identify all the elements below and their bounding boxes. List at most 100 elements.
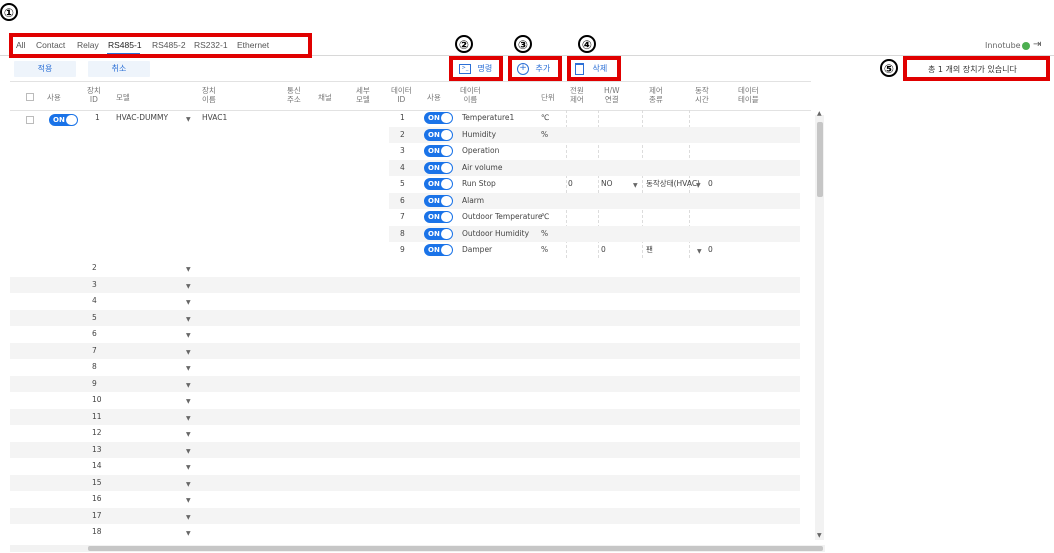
logout-icon[interactable]: ⇥ — [1033, 39, 1041, 50]
data-use-toggle[interactable]: ON — [424, 112, 453, 124]
header-channel: 채널 — [318, 93, 332, 102]
data-use-toggle[interactable]: ON — [424, 228, 453, 240]
device-row[interactable] — [10, 442, 800, 458]
device-row[interactable] — [10, 392, 800, 408]
data-use-toggle[interactable]: ON — [424, 129, 453, 141]
select-all-checkbox[interactable] — [26, 93, 34, 101]
data-name-value[interactable]: Outdoor Humidity — [462, 226, 529, 242]
chevron-down-icon[interactable]: ▼ — [186, 398, 191, 405]
data-use-toggle[interactable]: ON — [424, 162, 453, 174]
data-name-value[interactable]: Damper — [462, 242, 492, 258]
chevron-down-icon[interactable]: ▼ — [186, 116, 191, 123]
device-row[interactable] — [10, 508, 800, 524]
device-row[interactable] — [10, 343, 800, 359]
row-checkbox[interactable] — [26, 116, 34, 124]
chevron-down-icon[interactable]: ▼ — [186, 415, 191, 422]
device-row[interactable] — [10, 425, 800, 441]
scroll-up-icon[interactable]: ▲ — [817, 110, 822, 117]
chevron-down-icon[interactable]: ▼ — [697, 248, 702, 255]
power-control-value[interactable]: 0 — [568, 176, 573, 192]
toggle-on-label: ON — [428, 164, 440, 172]
chevron-down-icon[interactable]: ▼ — [186, 316, 191, 323]
action-time-value[interactable]: 0 — [708, 242, 713, 258]
chevron-down-icon[interactable]: ▼ — [186, 349, 191, 356]
chevron-down-icon[interactable]: ▼ — [186, 530, 191, 537]
header-data-use: 사용 — [427, 93, 441, 102]
device-model-select[interactable]: HVAC-DUMMY — [116, 110, 168, 126]
data-id-value: 9 — [400, 245, 405, 254]
scroll-down-icon[interactable]: ▼ — [817, 532, 822, 539]
data-unit-value[interactable]: ℃ — [541, 209, 549, 225]
chevron-down-icon[interactable]: ▼ — [186, 299, 191, 306]
device-row[interactable] — [10, 326, 800, 342]
device-row[interactable] — [10, 458, 800, 474]
data-use-toggle[interactable]: ON — [424, 145, 453, 157]
device-row[interactable] — [10, 409, 800, 425]
data-name-value[interactable]: Air volume — [462, 160, 502, 176]
data-unit-value[interactable]: % — [541, 242, 548, 258]
add-label: 추가 — [535, 64, 551, 73]
data-name-value[interactable]: Operation — [462, 143, 499, 159]
chevron-down-icon[interactable]: ▼ — [633, 182, 638, 189]
device-row[interactable] — [10, 277, 800, 293]
control-type-value[interactable]: 팬 — [646, 242, 653, 258]
data-unit-value[interactable]: % — [541, 226, 548, 242]
hw-connection-value[interactable]: 0 — [601, 242, 606, 258]
device-row[interactable] — [10, 491, 800, 507]
toggle-knob — [441, 130, 452, 140]
data-name-value[interactable]: Alarm — [462, 193, 484, 209]
apply-button[interactable]: 적용 — [14, 61, 76, 77]
device-id-value: 9 — [92, 379, 97, 388]
data-unit-value[interactable]: ℃ — [541, 110, 549, 126]
toggle-knob — [441, 212, 452, 222]
trash-icon — [575, 62, 584, 75]
command-button[interactable]: >_ 명령 — [459, 61, 492, 77]
highlight-tabs — [9, 33, 312, 58]
chevron-down-icon[interactable]: ▼ — [186, 332, 191, 339]
data-name-value[interactable]: Humidity — [462, 127, 496, 143]
chevron-down-icon[interactable]: ▼ — [186, 365, 191, 372]
device-use-toggle[interactable]: ON — [49, 114, 78, 126]
chevron-down-icon[interactable]: ▼ — [186, 481, 191, 488]
data-name-value[interactable]: Run Stop — [462, 176, 496, 192]
device-row[interactable] — [10, 376, 800, 392]
device-row[interactable] — [10, 524, 800, 540]
data-name-value[interactable]: Temperature1 — [462, 110, 514, 126]
chevron-down-icon[interactable]: ▼ — [186, 497, 191, 504]
device-row[interactable] — [10, 359, 800, 375]
header-data-table: 데이터 테이블 — [738, 86, 759, 104]
chevron-down-icon[interactable]: ▼ — [696, 182, 701, 189]
toggle-knob — [441, 229, 452, 239]
device-id-value: 1 — [95, 113, 100, 122]
cancel-button[interactable]: 취소 — [88, 61, 150, 77]
chevron-down-icon[interactable]: ▼ — [186, 431, 191, 438]
data-unit-value[interactable]: % — [541, 127, 548, 143]
vertical-scroll-thumb[interactable] — [817, 122, 823, 197]
action-time-value[interactable]: 0 — [708, 176, 713, 192]
device-row[interactable] — [10, 293, 800, 309]
chevron-down-icon[interactable]: ▼ — [186, 514, 191, 521]
plus-circle-icon: + — [517, 62, 529, 75]
data-name-value[interactable]: Outdoor Temperature — [462, 209, 543, 225]
chevron-down-icon[interactable]: ▼ — [186, 464, 191, 471]
data-use-toggle[interactable]: ON — [424, 244, 453, 256]
chevron-down-icon[interactable]: ▼ — [186, 448, 191, 455]
hw-connection-value[interactable]: NO — [601, 176, 613, 192]
add-button[interactable]: + 추가 — [517, 61, 550, 77]
control-type-value[interactable]: 동작상태(HVAC) — [646, 176, 700, 192]
header-comm-address: 통신 주소 — [287, 86, 301, 104]
data-use-toggle[interactable]: ON — [424, 178, 453, 190]
horizontal-scroll-thumb[interactable] — [88, 546, 823, 551]
chevron-down-icon[interactable]: ▼ — [186, 283, 191, 290]
data-id-value: 5 — [400, 179, 405, 188]
device-row[interactable] — [10, 260, 800, 276]
device-name-value[interactable]: HVAC1 — [202, 110, 227, 126]
device-row[interactable] — [10, 310, 800, 326]
toggle-on-label: ON — [428, 197, 440, 205]
chevron-down-icon[interactable]: ▼ — [186, 382, 191, 389]
data-use-toggle[interactable]: ON — [424, 195, 453, 207]
device-row[interactable] — [10, 475, 800, 491]
chevron-down-icon[interactable]: ▼ — [186, 266, 191, 273]
delete-button[interactable]: 삭제 — [575, 61, 607, 77]
data-use-toggle[interactable]: ON — [424, 211, 453, 223]
